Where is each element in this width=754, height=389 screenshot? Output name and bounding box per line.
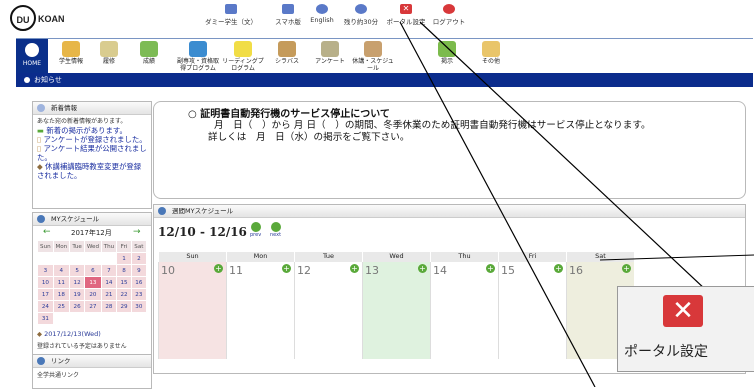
tools-icon: ✕ <box>663 295 703 327</box>
portal-settings-zoom-label: ポータル設定 <box>624 344 708 360</box>
callout-line-left <box>399 21 596 387</box>
callout-line-top <box>599 254 754 261</box>
portal-settings-zoom[interactable]: ✕ ポータル設定 <box>617 286 754 372</box>
